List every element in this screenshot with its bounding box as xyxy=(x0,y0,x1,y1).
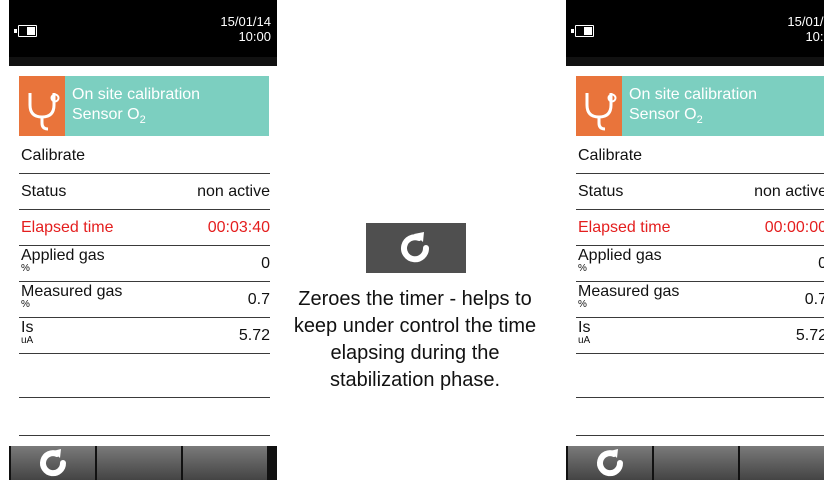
row-label: Calibrate xyxy=(21,147,86,164)
date: 15/01/14 xyxy=(787,14,824,29)
screen-header: On site calibration Sensor O2 xyxy=(19,76,269,136)
header-subtitle-text: Sensor O xyxy=(72,106,140,123)
row-is: Is uA 5.72 xyxy=(576,318,824,354)
empty-row xyxy=(19,400,270,436)
empty-row xyxy=(576,400,824,436)
header-subtitle-subscript: 2 xyxy=(139,114,146,127)
status-bar: 15/01/14 10:00 xyxy=(566,0,824,57)
softkey-reset-timer[interactable] xyxy=(568,446,652,480)
softkey-bar xyxy=(9,446,277,480)
row-unit: % xyxy=(21,299,30,310)
softkey-reset-timer[interactable] xyxy=(11,446,95,480)
device-screen-after: 15/01/14 10:00 On site calibration Senso… xyxy=(566,0,824,480)
stethoscope-icon xyxy=(19,76,65,136)
header-title-text: On site calibration xyxy=(629,86,758,103)
date: 15/01/14 xyxy=(220,14,271,29)
header-subtitle-text: Sensor O xyxy=(629,106,697,123)
row-value: 0.7 xyxy=(247,291,270,308)
battery-icon xyxy=(571,25,594,37)
refresh-icon xyxy=(401,232,430,263)
row-label-text: Measured gas xyxy=(578,283,680,300)
row-label: Calibrate xyxy=(578,147,643,164)
row-unit: % xyxy=(578,263,587,274)
row-unit: % xyxy=(21,263,30,274)
row-elapsed-time: Elapsed time 00:03:40 xyxy=(19,210,270,246)
time: 10:00 xyxy=(238,29,271,44)
row-label-text: Is xyxy=(578,319,591,336)
screen-header: On site calibration Sensor O2 xyxy=(576,76,824,136)
refresh-button-illustration xyxy=(366,223,466,273)
row-measured-gas: Measured gas% 0.7 xyxy=(576,282,824,318)
row-label: Is uA xyxy=(578,319,590,346)
row-value: 00:00:00 xyxy=(764,219,824,236)
row-unit: uA xyxy=(578,335,591,346)
row-applied-gas: Applied gas% 0 xyxy=(19,246,270,282)
row-label: Elapsed time xyxy=(578,219,671,236)
row-unit: uA xyxy=(21,335,34,346)
row-value: non active xyxy=(197,183,270,200)
row-label-text: Measured gas xyxy=(21,283,123,300)
row-elapsed-time: Elapsed time 00:00:00 xyxy=(576,210,824,246)
header-subtitle-subscript: 2 xyxy=(696,114,703,127)
softkey-2[interactable] xyxy=(654,446,738,480)
date-time: 15/01/14 10:00 xyxy=(787,14,824,44)
empty-row xyxy=(576,362,824,398)
row-status: Status non active xyxy=(19,174,270,210)
time: 10:00 xyxy=(805,29,824,44)
row-value: 5.72 xyxy=(238,327,270,344)
row-label: Measured gas% xyxy=(21,283,122,310)
softkey-3[interactable] xyxy=(740,446,824,480)
description-text: Zeroes the timer - helps to keep under c… xyxy=(293,288,537,391)
battery-icon xyxy=(14,25,37,37)
device-screen-before: 15/01/14 10:00 On site calibration Senso… xyxy=(9,0,277,480)
refresh-icon xyxy=(40,449,67,477)
row-label: Measured gas% xyxy=(578,283,679,310)
menu-row-calibrate[interactable]: Calibrate xyxy=(576,138,824,174)
row-label: Applied gas% xyxy=(578,247,662,274)
header-subtitle: Sensor O2 xyxy=(629,105,757,130)
row-measured-gas: Measured gas% 0.7 xyxy=(19,282,270,318)
row-unit: % xyxy=(578,299,587,310)
content-panel: On site calibration Sensor O2 Calibrate … xyxy=(9,66,277,446)
row-value: 0.7 xyxy=(804,291,824,308)
header-title: On site calibration Sensor O2 xyxy=(629,85,757,130)
row-value: non active xyxy=(754,183,824,200)
row-label: Status xyxy=(21,183,67,200)
row-label: Elapsed time xyxy=(21,219,114,236)
row-label: Status xyxy=(578,183,624,200)
row-label: Applied gas% xyxy=(21,247,105,274)
header-subtitle: Sensor O2 xyxy=(72,105,200,130)
status-bar: 15/01/14 10:00 xyxy=(9,0,277,57)
content-panel: On site calibration Sensor O2 Calibrate … xyxy=(566,66,824,446)
date-time: 15/01/14 10:00 xyxy=(220,14,271,44)
row-status: Status non active xyxy=(576,174,824,210)
row-value: 00:03:40 xyxy=(207,219,270,236)
row-applied-gas: Applied gas% 0 xyxy=(576,246,824,282)
row-label-text: Is xyxy=(21,319,34,336)
row-label-text: Applied gas xyxy=(578,247,662,264)
softkey-2[interactable] xyxy=(97,446,181,480)
header-title-text: On site calibration xyxy=(72,86,201,103)
empty-row xyxy=(19,362,270,398)
row-label: Is uA xyxy=(21,319,33,346)
row-label-text: Applied gas xyxy=(21,247,105,264)
stethoscope-icon xyxy=(576,76,622,136)
row-is: Is uA 5.72 xyxy=(19,318,270,354)
softkey-bar xyxy=(566,446,824,480)
refresh-icon xyxy=(597,449,624,477)
softkey-3[interactable] xyxy=(183,446,267,480)
row-value: 5.72 xyxy=(795,327,824,344)
row-value: 0 xyxy=(261,255,270,272)
menu-row-calibrate[interactable]: Calibrate xyxy=(19,138,270,174)
header-title: On site calibration Sensor O2 xyxy=(72,85,200,130)
row-value: 0 xyxy=(818,255,824,272)
